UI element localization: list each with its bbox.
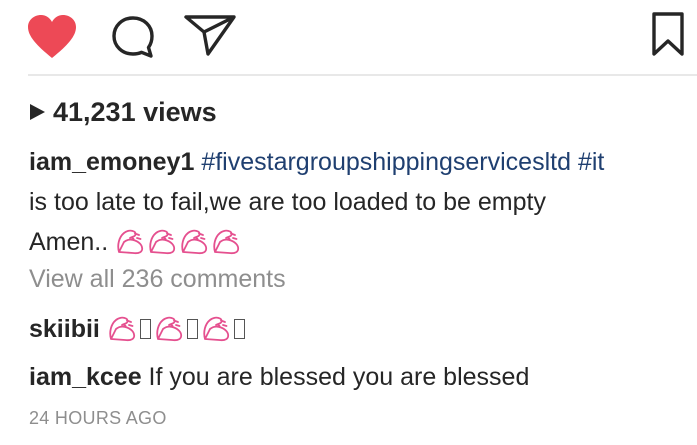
play-icon [30,104,45,120]
flexed-biceps-emoji [211,227,241,255]
view-all-comments-link[interactable]: View all 236 comments [29,262,286,296]
hashtag-link[interactable]: #it [578,148,604,176]
flexed-biceps-emoji [107,314,137,342]
comment-icon[interactable] [110,15,156,59]
hashtag-link[interactable]: #fivestargroupshippingservicesltd [201,148,571,176]
flexed-biceps-emoji [201,314,231,342]
caption-line-3: Amen.. [29,222,689,262]
flexed-biceps-emoji [179,227,209,255]
comment-username[interactable]: iam_kcee [29,363,142,391]
view-count[interactable]: 41,231 views [30,95,217,129]
post-timestamp: 24 HOURS AGO [29,408,167,428]
view-count-label: 41,231 views [53,96,217,127]
flexed-biceps-emoji [147,227,177,255]
flexed-biceps-emoji [115,227,145,255]
missing-glyph-icon [233,319,245,339]
caption-username[interactable]: iam_emoney1 [29,148,194,176]
comment-text: If you are blessed you are blessed [141,363,530,391]
missing-glyph-icon [186,319,198,339]
comment-row: skiibii [29,312,248,346]
bookmark-icon[interactable] [648,10,688,58]
comment-row: iam_kcee If you are blessed you are bles… [29,360,529,394]
post-action-bar [0,0,697,74]
comment-username[interactable]: skiibii [29,315,100,343]
paper-plane-icon[interactable] [183,13,237,57]
flexed-biceps-emoji [154,314,184,342]
comment-emojis [107,315,248,343]
caption-line-1: iam_emoney1 #fivestargroupshippingservic… [29,142,689,182]
caption-line-2: is too late to fail,we are too loaded to… [29,188,546,216]
divider [28,74,697,76]
post-caption: iam_emoney1 #fivestargroupshippingservic… [29,142,689,262]
missing-glyph-icon [139,319,151,339]
caption-text: Amen.. [29,228,116,256]
heart-icon[interactable] [26,14,78,60]
